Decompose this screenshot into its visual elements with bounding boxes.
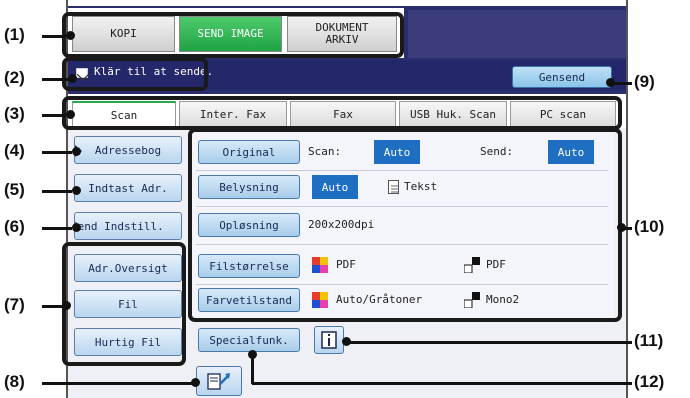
address-book-icon	[207, 373, 230, 390]
indtast-adr-label: Indtast Adr.	[88, 181, 168, 195]
leader-3	[42, 114, 66, 117]
address-book-button[interactable]	[196, 366, 242, 396]
leader-dot	[191, 378, 200, 387]
leader-11	[344, 341, 632, 344]
leader-dot	[72, 223, 81, 232]
leader-dot	[72, 186, 81, 195]
leader-dot	[62, 301, 71, 310]
leader-9	[612, 82, 632, 85]
callout-9: (9)	[634, 72, 655, 91]
adressebog-label: Adressebog	[94, 143, 162, 157]
leader-dot	[248, 350, 257, 359]
leader-12	[252, 382, 632, 385]
leader-6	[42, 227, 72, 230]
leader-dot	[606, 78, 615, 87]
callout-1: (1)	[4, 25, 25, 44]
highlight-tabs	[62, 96, 622, 130]
leader-dot	[66, 31, 75, 40]
leader-dot	[72, 147, 81, 156]
info-icon	[321, 331, 337, 349]
gensend-label: Gensend	[538, 70, 586, 84]
specialfunk-button[interactable]: Specialfunk.	[198, 328, 300, 352]
highlight-mode-buttons	[62, 12, 404, 58]
callout-5: (5)	[4, 180, 25, 199]
callout-4: (4)	[4, 141, 25, 160]
send-indstill-button[interactable]: Send Indstill.	[74, 212, 182, 240]
highlight-status	[62, 57, 208, 91]
highlight-side-group	[62, 242, 186, 366]
send-indstill-label: Send Indstill.	[74, 219, 164, 233]
gensend-button[interactable]: Gensend	[512, 66, 612, 88]
leader-dot	[617, 223, 626, 232]
specialfunk-label: Specialfunk.	[209, 333, 289, 347]
leader-2	[42, 78, 70, 81]
callout-3: (3)	[4, 104, 25, 123]
info-button[interactable]	[314, 326, 344, 354]
top-strip	[68, 0, 626, 6]
callout-8: (8)	[4, 372, 25, 391]
indtast-adr-button[interactable]: Indtast Adr.	[74, 174, 182, 202]
mode-bar-filler	[408, 10, 626, 58]
leader-1	[42, 35, 66, 38]
highlight-settings	[188, 128, 622, 322]
leader-5	[42, 190, 72, 193]
leader-dot	[66, 110, 75, 119]
callout-2: (2)	[4, 68, 25, 87]
callout-7: (7)	[4, 295, 25, 314]
callout-11: (11)	[634, 331, 664, 350]
callout-6: (6)	[4, 217, 25, 236]
callout-10: (10)	[634, 217, 665, 236]
adressebog-button[interactable]: Adressebog	[74, 136, 182, 164]
leader-8	[42, 382, 192, 385]
leader-4	[42, 151, 72, 154]
leader-dot	[342, 337, 351, 346]
callout-12: (12)	[634, 372, 665, 391]
leader-dot	[68, 74, 77, 83]
